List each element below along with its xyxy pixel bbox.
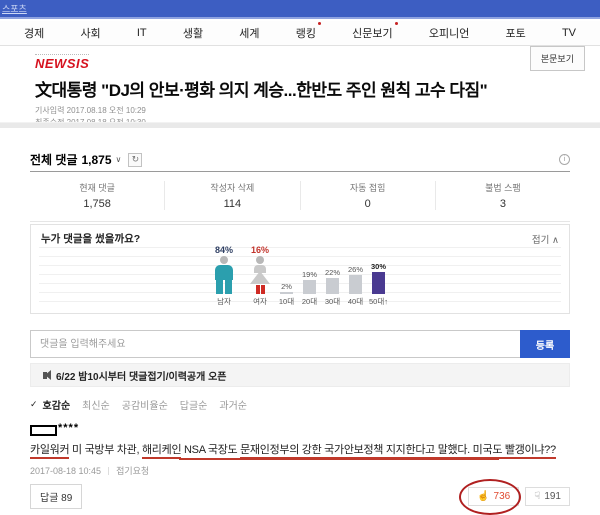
main-navbar: 경제 사회 IT 생활 세계 랭킹 신문보기 오피니언 포토 TV — [0, 21, 600, 46]
check-icon: ✓ — [30, 399, 38, 410]
fold-request-link[interactable]: 접기요청 — [116, 464, 149, 477]
vote-buttons: ☝ 736 ☟ 191 — [468, 487, 570, 506]
meta-divider — [108, 467, 109, 475]
new-dot-icon — [395, 22, 398, 25]
stat-auto-folded: 자동 접힘 0 — [300, 181, 435, 210]
thumbs-up-icon: ☝ — [477, 491, 489, 502]
nav-item-it[interactable]: IT — [137, 27, 147, 39]
nav-item-ranking[interactable]: 랭킹 — [296, 25, 316, 41]
sort-by-newest[interactable]: 최신순 — [82, 397, 110, 412]
article-registered-time: 기사입력 2017.08.18 오전 10:29 — [35, 105, 565, 117]
upvote-button[interactable]: ☝ 736 — [468, 487, 519, 506]
red-underline-annotation — [179, 458, 499, 460]
downvote-button[interactable]: ☟ 191 — [525, 487, 570, 506]
nav-item-tv[interactable]: TV — [562, 27, 576, 39]
comment-author: **** — [30, 424, 570, 436]
female-label: 여자 — [253, 296, 267, 307]
comment-timestamp: 2017-08-18 10:45 — [30, 466, 101, 476]
comment-text: 카일워커 미 국방부 차관, 해리케인 NSA 국장도 문재인정부의 강한 국가… — [30, 441, 570, 457]
sort-by-like-ratio[interactable]: 공감비율순 — [122, 397, 168, 412]
collapse-button[interactable]: 접기 ∧ — [532, 232, 559, 246]
age-bar-20s: 19% 20대 — [302, 270, 317, 307]
nav-item-economy[interactable]: 경제 — [24, 25, 44, 41]
male-percent: 84% — [215, 245, 233, 255]
upvote-count: 736 — [494, 491, 511, 502]
downvote-count: 191 — [544, 491, 561, 502]
view-article-button[interactable]: 본문보기 — [530, 46, 585, 71]
article-title: 文대통령 "DJ의 안보·평화 의지 계승...한반도 주인 원칙 고수 다짐" — [35, 76, 565, 101]
notice-text: 6/22 밤10시부터 댓글접기/이력공개 오픈 — [56, 368, 227, 383]
sort-options-row: ✓ 호감순 최신순 공감비율순 답글순 과거순 — [30, 397, 570, 412]
male-label: 남자 — [217, 296, 231, 307]
sort-by-replies[interactable]: 답글순 — [180, 397, 208, 412]
chevron-down-icon[interactable]: ∨ — [116, 155, 122, 164]
age-bar-10s: 2% 10대 — [279, 282, 294, 307]
newsis-logo[interactable]: NEWSIS — [35, 54, 89, 71]
stat-spam: 불법 스팸 3 — [435, 181, 570, 210]
nav-item-opinion[interactable]: 오피니언 — [429, 25, 469, 41]
masked-username-suffix: **** — [58, 422, 79, 434]
reply-button[interactable]: 답글 89 — [30, 484, 82, 509]
female-stat: 16% 여자 — [243, 245, 277, 307]
sort-by-likes[interactable]: 호감순 — [43, 397, 71, 412]
new-dot-icon — [318, 22, 321, 25]
age-bar-50s-plus: 30% 50대↑ — [371, 262, 386, 308]
article-masthead: NEWSIS 文대통령 "DJ의 안보·평화 의지 계승...한반도 주인 원칙… — [35, 54, 565, 128]
comment-item: **** 카일워커 미 국방부 차관, 해리케인 NSA 국장도 문재인정부의 … — [30, 424, 570, 509]
comment-stats-row: 현재 댓글 1,758 작성자 삭제 114 자동 접힘 0 불법 스팸 3 — [30, 172, 570, 222]
comment-input[interactable] — [30, 330, 520, 358]
demographics-panel: 누가 댓글을 썼을까요? 접기 ∧ 84% 남자 16% 여자 2% — [30, 224, 570, 314]
nav-item-photo[interactable]: 포토 — [506, 25, 526, 41]
total-comments-label: 전체 댓글 — [30, 151, 78, 168]
age-bar-30s: 22% 30대 — [325, 268, 340, 308]
sports-link[interactable]: 스포츠 — [2, 2, 27, 15]
nav-item-world[interactable]: 세계 — [239, 25, 259, 41]
total-comments-count: 1,875 — [82, 153, 112, 167]
stat-author-deleted: 작성자 삭제 114 — [164, 181, 299, 210]
male-person-icon — [212, 256, 236, 294]
speaker-icon — [43, 372, 47, 379]
section-divider — [0, 122, 600, 128]
comment-actions: 답글 89 ☝ 736 ☟ 191 — [30, 484, 570, 509]
demographics-question: 누가 댓글을 썼을까요? — [41, 231, 140, 246]
comments-header: 전체 댓글 1,875 ∨ ↻ i — [30, 148, 570, 172]
top-blue-bar: 스포츠 — [0, 0, 600, 19]
info-icon[interactable]: i — [559, 154, 570, 165]
nav-item-society[interactable]: 사회 — [80, 25, 100, 41]
nav-item-life[interactable]: 생활 — [183, 25, 203, 41]
submit-comment-button[interactable]: 등록 — [520, 330, 570, 358]
female-percent: 16% — [251, 245, 269, 255]
demographics-chart: 84% 남자 16% 여자 2% 10대 — [39, 247, 561, 307]
sort-by-oldest[interactable]: 과거순 — [219, 397, 247, 412]
comment-input-row: 등록 — [30, 330, 570, 358]
thumbs-down-icon: ☟ — [534, 491, 540, 502]
notice-bar: 6/22 밤10시부터 댓글접기/이력공개 오픈 — [30, 363, 570, 387]
comment-meta: 2017-08-18 10:45 접기요청 — [30, 464, 570, 477]
nav-item-newspaper[interactable]: 신문보기 — [352, 25, 392, 41]
age-bar-chart: 2% 10대 19% 20대 22% 30대 26% 40대 — [279, 262, 386, 308]
redacted-username-box — [30, 425, 57, 436]
male-stat: 84% 남자 — [207, 245, 241, 307]
refresh-icon[interactable]: ↻ — [128, 153, 142, 167]
comments-module: 전체 댓글 1,875 ∨ ↻ i 현재 댓글 1,758 작성자 삭제 114… — [30, 148, 570, 509]
female-person-icon — [248, 256, 272, 294]
stat-current-comments: 현재 댓글 1,758 — [30, 181, 164, 210]
age-bar-40s: 26% 40대 — [348, 265, 363, 308]
